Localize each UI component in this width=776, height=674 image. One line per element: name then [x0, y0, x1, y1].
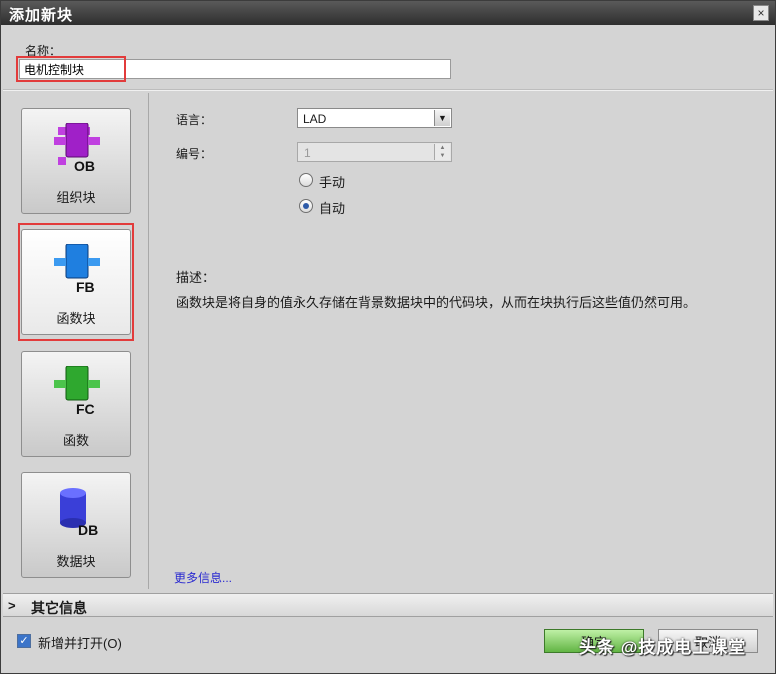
separator — [3, 89, 773, 91]
block-type-ob-button[interactable]: OB 组织块 — [21, 108, 131, 214]
block-type-fb-label: 函数块 — [56, 311, 96, 326]
number-spinbox[interactable]: 1 ▲ ▼ — [297, 142, 452, 162]
description-text: 函数块是将自身的值永久存储在背景数据块中的代码块，从而在块执行后这些值仍然可用。 — [176, 295, 697, 310]
fc-code: FC — [76, 401, 95, 417]
description-label: 描述： — [176, 270, 216, 285]
chevron-down-icon[interactable]: ▼ — [434, 110, 450, 126]
radio-unchecked-icon — [299, 173, 313, 187]
manual-radio[interactable]: 手动 — [299, 171, 419, 190]
block-type-fc-button[interactable]: FC 函数 — [21, 351, 131, 457]
add-and-open-label: 新增并打开(O) — [38, 636, 122, 651]
manual-radio-label: 手动 — [319, 175, 346, 190]
ob-code: OB — [74, 158, 95, 174]
watermark: 头条 @技成电工课堂 — [579, 638, 747, 657]
language-label: 语言： — [176, 113, 213, 127]
language-value: LAD — [303, 112, 327, 126]
title-bar: 添加新块 × — [1, 1, 775, 25]
db-code: DB — [78, 522, 98, 538]
name-label: 名称： — [25, 44, 62, 58]
number-value: 1 — [304, 146, 311, 160]
block-db-icon: DB — [60, 488, 98, 538]
block-type-ob-label: 组织块 — [56, 190, 96, 205]
more-info-link[interactable]: 更多信息... — [174, 569, 232, 586]
block-type-fc-label: 函数 — [62, 433, 89, 448]
other-info-bar[interactable]: > 其它信息 — [3, 593, 773, 617]
block-ob-icon: OB — [54, 123, 100, 174]
add-and-open-checkbox[interactable]: ✓ — [17, 634, 31, 648]
block-type-db-button[interactable]: DB 数据块 — [21, 472, 131, 578]
spin-arrows-icon[interactable]: ▲ ▼ — [434, 144, 450, 160]
block-fc-icon: FC — [54, 366, 100, 417]
dialog-title: 添加新块 — [9, 7, 74, 24]
name-input[interactable] — [19, 59, 451, 79]
auto-radio-label: 自动 — [319, 201, 346, 216]
block-fb-icon: FB — [54, 244, 100, 295]
add-new-block-dialog: 添加新块 × 名称： OB 组织块 FB 函数块 — [0, 0, 776, 674]
fb-code: FB — [76, 279, 95, 295]
language-select[interactable]: LAD ▼ — [297, 108, 452, 128]
auto-radio[interactable]: 自动 — [299, 197, 419, 216]
chevron-right-icon[interactable]: > — [8, 598, 16, 613]
number-label: 编号： — [176, 147, 213, 161]
block-type-fb-button[interactable]: FB 函数块 — [21, 229, 131, 335]
other-info-title: 其它信息 — [31, 600, 87, 616]
block-type-db-label: 数据块 — [56, 554, 96, 569]
close-icon[interactable]: × — [753, 5, 769, 21]
radio-checked-icon — [299, 199, 313, 213]
